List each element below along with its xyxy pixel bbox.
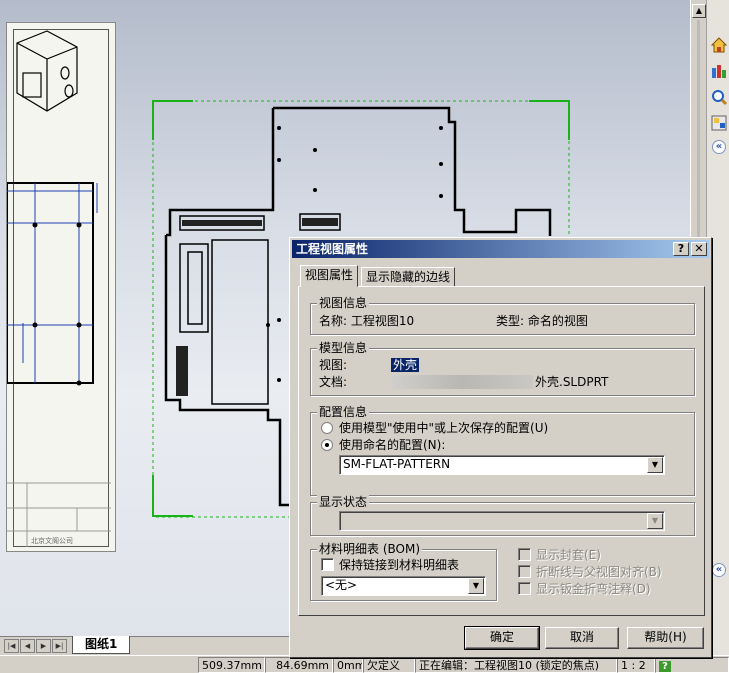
- view-properties-panel: 视图信息 名称: 工程视图10 类型: 命名的视图 模型信息 视图: 外壳 文档…: [298, 286, 705, 616]
- tab-view-properties[interactable]: 视图属性: [300, 265, 359, 287]
- display-state-group: 显示状态 ▼: [310, 495, 695, 536]
- display-state-label: 显示状态: [317, 495, 370, 509]
- align-broken-label: 折断线与父视图对齐(B): [536, 565, 662, 579]
- use-model-config-label[interactable]: 使用模型"使用中"或上次保存的配置(U): [339, 421, 548, 435]
- keep-linked-bom-label[interactable]: 保持链接到材料明细表: [339, 558, 459, 572]
- show-cover-label: 显示封套(E): [536, 548, 601, 562]
- close-button[interactable]: ✕: [691, 242, 707, 256]
- drawing-view-properties-dialog: 工程视图属性 ? ✕ 视图属性 显示隐藏的边线 视图信息 名称: 工程视图10 …: [289, 237, 712, 658]
- status-editing: 正在编辑：工程视图10 (锁定的焦点): [415, 657, 617, 673]
- named-config-value: SM-FLAT-PATTERN: [343, 457, 451, 471]
- cancel-button[interactable]: 取消: [545, 627, 619, 649]
- keep-linked-bom-checkbox[interactable]: [321, 558, 334, 571]
- view-info-group: 视图信息 名称: 工程视图10 类型: 命名的视图: [310, 296, 695, 335]
- status-x-coordinate: 509.37mm: [198, 657, 265, 673]
- status-definition-state: 欠定义: [363, 657, 415, 673]
- show-cover-checkbox: [518, 548, 531, 561]
- chevron-down-icon[interactable]: ▼: [647, 457, 663, 473]
- prev-sheet-button[interactable]: ◀: [20, 639, 35, 653]
- model-info-label: 模型信息: [317, 341, 370, 355]
- bom-select[interactable]: <无> ▼: [321, 576, 486, 596]
- help-icon[interactable]: ?: [659, 661, 671, 672]
- bom-label: 材料明细表 (BOM): [317, 542, 422, 556]
- chevron-down-icon: ▼: [647, 513, 663, 529]
- help-button[interactable]: 帮助(H): [627, 627, 704, 649]
- named-config-select[interactable]: SM-FLAT-PATTERN ▼: [339, 455, 665, 475]
- align-broken-checkbox: [518, 565, 531, 578]
- tab-show-hidden-edges[interactable]: 显示隐藏的边线: [361, 267, 456, 287]
- show-sheetmetal-label: 显示钣金折弯注释(D): [536, 582, 651, 596]
- collapse-pane-icon[interactable]: «: [712, 140, 726, 154]
- chevron-down-icon[interactable]: ▼: [468, 578, 484, 594]
- status-scale[interactable]: 1 : 2: [617, 657, 655, 673]
- model-info-group: 模型信息 视图: 外壳 文档: 外壳.SLDPRT: [310, 341, 695, 396]
- status-z-coordinate: 0mm: [333, 657, 363, 673]
- config-info-label: 配置信息: [317, 405, 370, 419]
- status-y-coordinate: 84.69mm: [265, 657, 333, 673]
- ok-button[interactable]: 确定: [464, 626, 540, 650]
- model-view-value[interactable]: 外壳: [391, 358, 420, 372]
- view-type-text: 类型: 命名的视图: [496, 314, 588, 328]
- show-sheetmetal-checkbox: [518, 582, 531, 595]
- document-path-redacted: [391, 375, 533, 389]
- sheet-tab-1[interactable]: 图纸1: [72, 636, 131, 654]
- config-info-group: 配置信息 使用模型"使用中"或上次保存的配置(U) 使用命名的配置(N): SM…: [310, 405, 695, 496]
- context-help-button[interactable]: ?: [673, 242, 689, 256]
- bom-select-value: <无>: [325, 578, 358, 592]
- radio-use-named-config[interactable]: [321, 439, 333, 451]
- model-document-value: 外壳.SLDPRT: [535, 375, 609, 389]
- display-state-select: ▼: [339, 511, 665, 531]
- design-library-icon[interactable]: [710, 62, 728, 80]
- first-sheet-button[interactable]: |◀: [4, 639, 19, 653]
- view-palette-icon[interactable]: [710, 114, 728, 132]
- expand-pane-icon[interactable]: «: [712, 563, 726, 577]
- next-sheet-button[interactable]: ▶: [36, 639, 51, 653]
- status-help[interactable]: ?: [655, 657, 729, 673]
- radio-use-model-config[interactable]: [321, 422, 333, 434]
- use-named-config-label[interactable]: 使用命名的配置(N):: [339, 438, 445, 452]
- model-document-label: 文档:: [319, 375, 348, 389]
- home-icon[interactable]: [710, 36, 728, 54]
- last-sheet-button[interactable]: ▶|: [52, 639, 67, 653]
- model-view-label: 视图:: [319, 358, 348, 372]
- file-explorer-search-icon[interactable]: [710, 88, 728, 106]
- dialog-title: 工程视图属性: [296, 242, 369, 256]
- bom-group: 材料明细表 (BOM) 保持链接到材料明细表 <无> ▼: [310, 542, 497, 601]
- view-info-label: 视图信息: [317, 296, 370, 310]
- view-name-text: 名称: 工程视图10: [319, 314, 415, 328]
- scroll-up-button[interactable]: ▲: [692, 4, 706, 18]
- dialog-title-bar[interactable]: 工程视图属性 ? ✕: [292, 240, 709, 258]
